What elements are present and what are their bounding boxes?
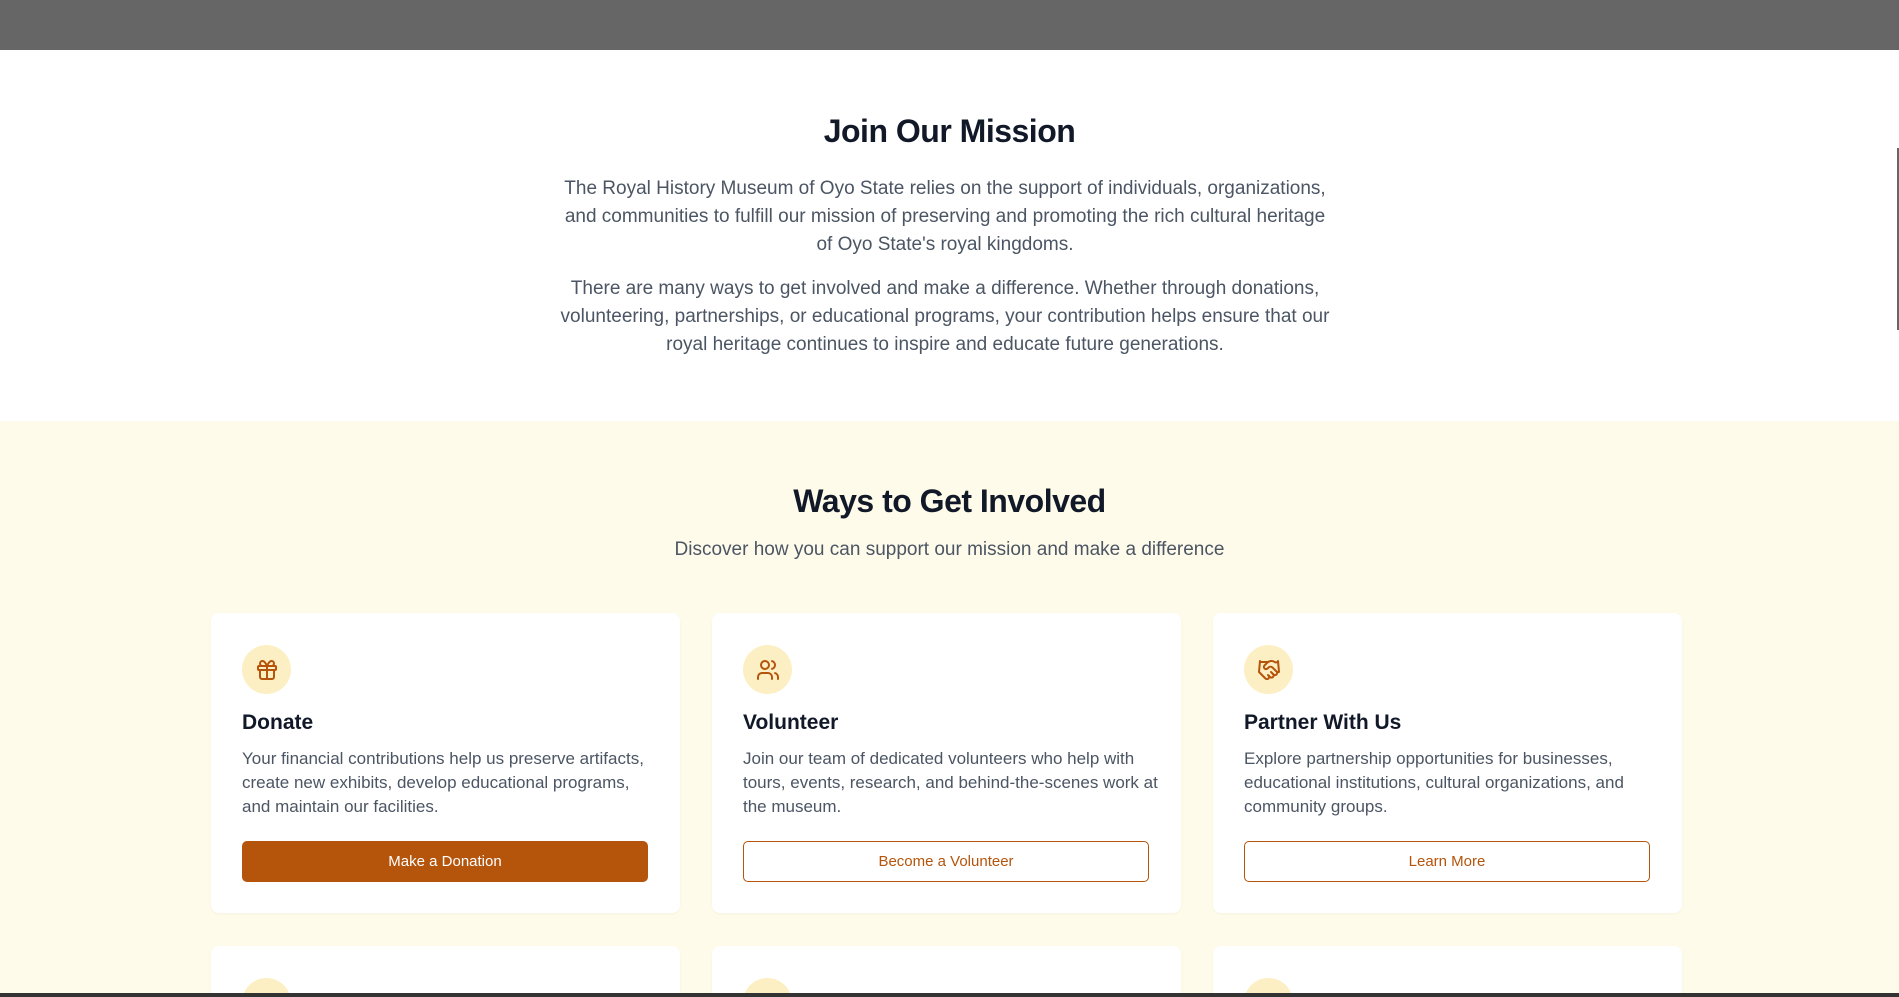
learn-more-button[interactable]: Learn More — [1244, 841, 1650, 882]
partner-card-title: Partner With Us — [1244, 711, 1402, 734]
mission-paragraph-1: The Royal History Museum of Oyo State re… — [564, 178, 1326, 255]
involved-subtitle: Discover how you can support our mission… — [674, 539, 1225, 560]
top-bar — [0, 0, 1899, 50]
become-volunteer-button[interactable]: Become a Volunteer — [743, 841, 1149, 882]
partner-card-description: Explore partnership opportunities for bu… — [1244, 749, 1624, 816]
ways-to-get-involved-section: Ways to Get Involved Discover how you ca… — [0, 421, 1899, 997]
make-donation-button[interactable]: Make a Donation — [242, 841, 648, 882]
card-partial-3 — [1213, 946, 1682, 997]
mission-paragraph-2: There are many ways to get involved and … — [560, 278, 1330, 355]
mission-title: Join Our Mission — [823, 113, 1076, 149]
handshake-icon — [1244, 645, 1293, 694]
volunteer-card-title: Volunteer — [743, 711, 839, 734]
donate-card-description: Your financial contributions help us pre… — [242, 749, 644, 816]
partner-card: Partner With Us Explore partnership oppo… — [1213, 613, 1682, 913]
card-partial-1 — [211, 946, 680, 997]
donate-card-title: Donate — [242, 711, 314, 734]
involved-title: Ways to Get Involved — [793, 483, 1106, 519]
card-partial-2 — [712, 946, 1181, 997]
gift-icon — [242, 645, 291, 694]
volunteer-card: Volunteer Join our team of dedicated vol… — [712, 613, 1181, 913]
mission-section: Join Our Mission The Royal History Museu… — [0, 50, 1899, 421]
users-icon — [743, 645, 792, 694]
volunteer-card-description: Join our team of dedicated volunteers wh… — [743, 749, 1158, 816]
donate-card: Donate Your financial contributions help… — [211, 613, 680, 913]
bottom-edge — [0, 993, 1899, 997]
